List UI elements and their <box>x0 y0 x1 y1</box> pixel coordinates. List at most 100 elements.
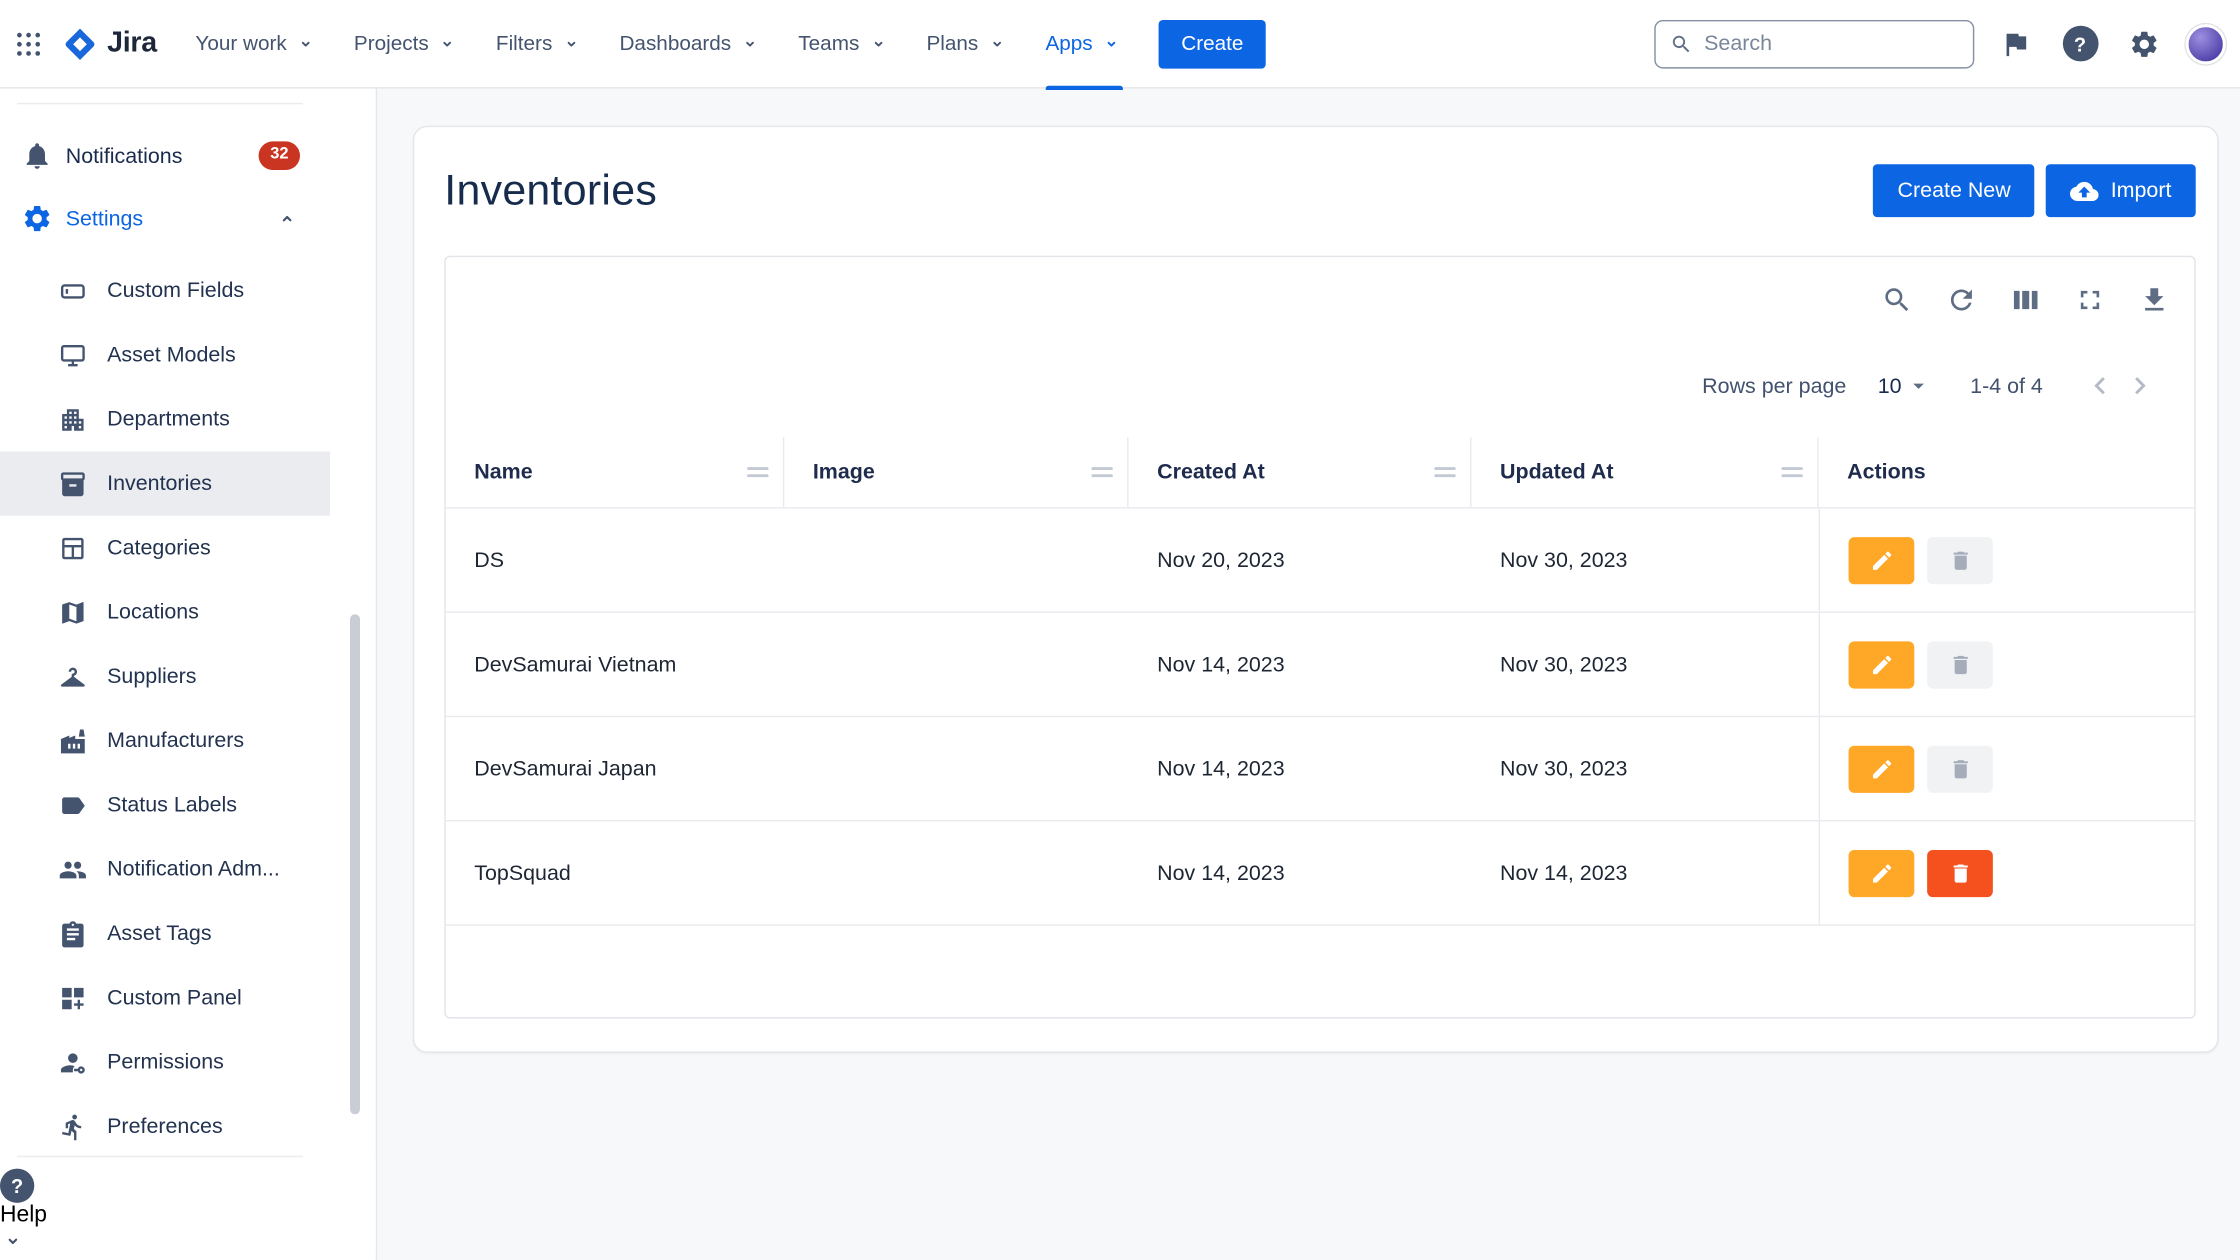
main-content: Inventories Create New Import <box>377 89 2240 1260</box>
nav-item-label: Your work <box>195 32 286 55</box>
nav-item-filters[interactable]: Filters <box>477 0 601 88</box>
global-search[interactable] <box>1654 19 1974 68</box>
sidebar-item-status-labels[interactable]: Status Labels <box>0 773 330 837</box>
nav-item-plans[interactable]: Plans <box>908 0 1027 88</box>
pagination-range: 1-4 of 4 <box>1970 374 2043 398</box>
view-columns-icon <box>2010 284 2041 315</box>
table-toolbar <box>446 257 2195 317</box>
sidebar-item-inventories[interactable]: Inventories <box>0 451 330 515</box>
sidebar-item-departments[interactable]: Departments <box>0 387 330 451</box>
header-actions: Create New Import <box>1873 164 2195 217</box>
question-mark-icon: ? <box>0 1169 34 1203</box>
sidebar-item-preferences[interactable]: Preferences <box>0 1094 330 1158</box>
cell-actions <box>1819 509 2195 612</box>
nav-item-dashboards[interactable]: Dashboards <box>601 0 780 88</box>
edit-button[interactable] <box>1849 536 1915 583</box>
sidebar-item-custom-panel[interactable]: Custom Panel <box>0 966 330 1030</box>
sidebar-item-label: Status Labels <box>107 793 237 817</box>
table-fullscreen-button[interactable] <box>2073 283 2107 317</box>
import-button[interactable]: Import <box>2046 164 2195 217</box>
search-icon <box>1881 284 1912 315</box>
pencil-icon <box>1869 652 1893 676</box>
pencil-icon <box>1869 548 1893 572</box>
clipboard-icon <box>59 919 88 948</box>
nav-item-projects[interactable]: Projects <box>335 0 477 88</box>
sidebar-item-manufacturers[interactable]: Manufacturers <box>0 709 330 773</box>
table-search-button[interactable] <box>1880 283 1914 317</box>
inventories-table-panel: Rows per page 10 1-4 of 4 <box>444 256 2195 1019</box>
column-resize-handle[interactable] <box>1781 467 1802 477</box>
nav-item-teams[interactable]: Teams <box>780 0 908 88</box>
factory-icon <box>59 726 88 755</box>
sidebar-scrollbar[interactable] <box>350 614 360 1114</box>
table-refresh-button[interactable] <box>1944 283 1978 317</box>
sidebar-item-categories[interactable]: Categories <box>0 516 330 580</box>
delete-button[interactable] <box>1927 849 1993 896</box>
nav-item-label: Filters <box>496 32 552 55</box>
delete-button[interactable] <box>1927 641 1993 688</box>
column-resize-handle[interactable] <box>1434 467 1455 477</box>
column-resize-handle[interactable] <box>747 467 768 477</box>
sidebar-item-label: Categories <box>107 536 211 560</box>
edit-button[interactable] <box>1849 641 1915 688</box>
cloud-upload-icon <box>2071 176 2100 205</box>
app-switcher-button[interactable] <box>6 21 52 67</box>
sidebar-item-label: Suppliers <box>107 664 196 688</box>
sidebar-item-label: Asset Tags <box>107 921 211 945</box>
tag-icon <box>59 791 88 820</box>
cell-updated-at: Nov 30, 2023 <box>1471 717 1818 820</box>
sidebar-item-suppliers[interactable]: Suppliers <box>0 644 330 708</box>
sidebar-item-notifications[interactable]: Notifications 32 <box>0 124 376 187</box>
gear-icon <box>20 201 54 235</box>
sidebar-item-asset-models[interactable]: Asset Models <box>0 323 330 387</box>
column-resize-handle[interactable] <box>1091 467 1112 477</box>
dashboard-customize-icon <box>59 984 88 1013</box>
create-new-button[interactable]: Create New <box>1873 164 2035 217</box>
announcements-button[interactable] <box>1993 21 2039 67</box>
nav-item-label: Projects <box>354 32 429 55</box>
nav-item-apps[interactable]: Apps <box>1027 0 1141 88</box>
edit-button[interactable] <box>1849 849 1915 896</box>
next-page-button[interactable] <box>2120 366 2160 406</box>
help-button[interactable]: ? <box>2057 21 2103 67</box>
previous-page-button[interactable] <box>2080 366 2120 406</box>
chevron-down-icon <box>866 32 889 55</box>
sidebar-bottom: ? Help <box>0 1156 376 1255</box>
jira-logo[interactable]: Jira <box>51 26 176 60</box>
delete-button[interactable] <box>1927 536 1993 583</box>
rows-per-page-select[interactable]: 10 <box>1878 373 1932 399</box>
sidebar-item-label: Notification Adm... <box>107 857 280 881</box>
sidebar-item-notification-admin[interactable]: Notification Adm... <box>0 837 330 901</box>
sidebar-item-help[interactable]: ? Help <box>0 1169 376 1255</box>
sidebar-item-permissions[interactable]: Permissions <box>0 1030 330 1094</box>
table-download-button[interactable] <box>2137 283 2171 317</box>
column-header-name[interactable]: Name <box>446 437 785 507</box>
cell-name: DevSamurai Japan <box>446 717 785 820</box>
table-row: DevSamurai Japan Nov 14, 2023 Nov 30, 20… <box>446 717 2195 821</box>
sidebar-item-settings[interactable]: Settings <box>0 187 376 250</box>
user-avatar[interactable] <box>2186 24 2226 64</box>
column-header-updated-at[interactable]: Updated At <box>1471 437 1818 507</box>
search-input[interactable] <box>1704 31 1958 55</box>
cell-updated-at: Nov 30, 2023 <box>1471 613 1818 716</box>
chevron-up-icon <box>274 206 300 232</box>
column-header-created-at[interactable]: Created At <box>1129 437 1472 507</box>
sidebar-item-locations[interactable]: Locations <box>0 580 330 644</box>
column-header-label: Updated At <box>1500 460 1614 484</box>
input-field-icon <box>59 276 88 305</box>
sidebar-item-asset-tags[interactable]: Asset Tags <box>0 901 330 965</box>
inventory-box-icon <box>59 469 88 498</box>
table-columns-button[interactable] <box>2009 283 2043 317</box>
jira-logo-text: Jira <box>107 27 157 60</box>
column-header-image[interactable]: Image <box>784 437 1128 507</box>
sidebar-item-custom-fields[interactable]: Custom Fields <box>0 259 330 323</box>
nav-item-your-work[interactable]: Your work <box>177 0 336 88</box>
table-pagination: Rows per page 10 1-4 of 4 <box>446 360 2195 411</box>
settings-button[interactable] <box>2121 21 2167 67</box>
edit-button[interactable] <box>1849 745 1915 792</box>
cell-image <box>784 821 1128 924</box>
delete-button[interactable] <box>1927 745 1993 792</box>
sidebar-item-label: Custom Fields <box>107 279 244 303</box>
cell-name: DS <box>446 509 785 612</box>
create-button[interactable]: Create <box>1158 19 1266 68</box>
